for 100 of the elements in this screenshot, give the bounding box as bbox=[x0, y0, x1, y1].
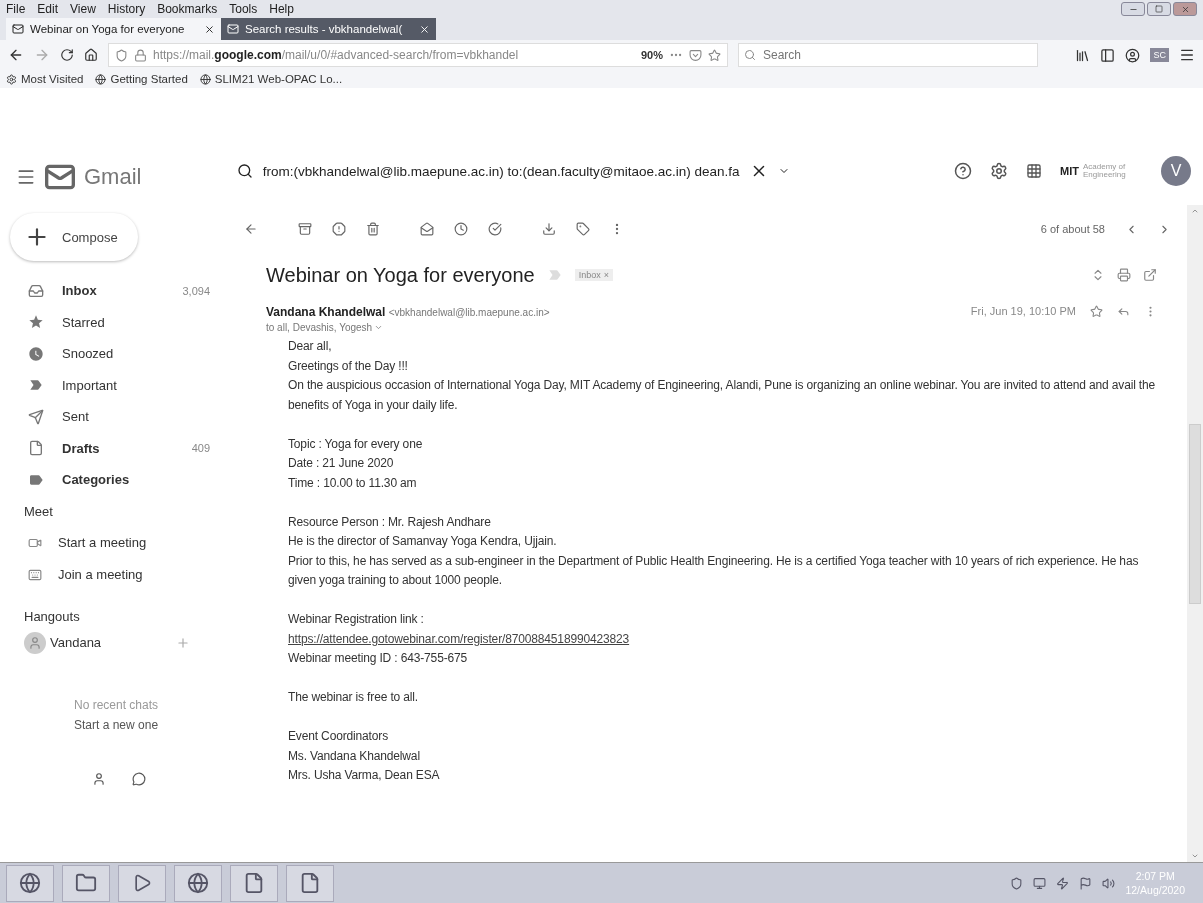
star-icon[interactable] bbox=[708, 48, 721, 62]
start-chat-link[interactable]: Start a new one bbox=[74, 717, 240, 732]
folder-item[interactable]: Sent bbox=[0, 401, 240, 433]
reply-icon[interactable] bbox=[1117, 305, 1130, 318]
menu-item[interactable]: Help bbox=[269, 2, 294, 16]
taskbar-button[interactable] bbox=[230, 864, 278, 902]
star-icon[interactable] bbox=[1090, 305, 1103, 318]
menu-item[interactable]: Bookmarks bbox=[157, 2, 218, 16]
label-icon[interactable] bbox=[576, 222, 590, 236]
menu-item[interactable]: File bbox=[6, 2, 26, 16]
person-icon[interactable] bbox=[92, 771, 106, 786]
meet-item[interactable]: Join a meeting bbox=[0, 558, 240, 591]
shield-icon bbox=[115, 48, 128, 62]
account-icon[interactable] bbox=[1125, 47, 1141, 63]
volume-icon[interactable] bbox=[1102, 876, 1116, 890]
mail-icon bbox=[12, 23, 24, 35]
flag-icon[interactable] bbox=[1079, 876, 1093, 890]
send-icon bbox=[28, 408, 44, 425]
body-text: Resource Person : Mr. Rajesh Andhare bbox=[288, 513, 492, 531]
address-field[interactable]: https://mail.google.com/mail/u/0/#advanced-search/from=vbkhandel 90% bbox=[108, 43, 728, 67]
move-icon[interactable] bbox=[542, 222, 556, 236]
close-button[interactable] bbox=[1173, 2, 1197, 16]
recipients-text[interactable]: to all, Devashis, Yogesh bbox=[266, 322, 961, 333]
apps-icon[interactable] bbox=[1026, 163, 1043, 179]
mail-icon[interactable] bbox=[420, 222, 434, 236]
taskbar-button[interactable] bbox=[62, 864, 110, 902]
power-icon[interactable] bbox=[1056, 876, 1070, 890]
body-text: Topic : Yoga for every one bbox=[288, 435, 424, 453]
menu-icon[interactable] bbox=[1179, 47, 1195, 63]
avatar-icon bbox=[24, 631, 46, 654]
bookmark-link[interactable]: SLIM21 Web-OPAC Lo... bbox=[199, 73, 343, 85]
pocket-icon[interactable] bbox=[689, 48, 702, 62]
archive-icon[interactable] bbox=[298, 222, 312, 236]
email-date: Fri, Jun 19, 10:10 PM bbox=[970, 305, 1076, 317]
clock-icon[interactable] bbox=[454, 222, 468, 236]
menu-icon[interactable] bbox=[16, 167, 36, 187]
menu-item[interactable]: History bbox=[107, 2, 146, 16]
reload-icon[interactable] bbox=[60, 48, 74, 62]
body-text: Date : 21 June 2020 bbox=[288, 455, 395, 472]
body-text: Prior to this, he has served as a sub-engineer in the Department of Public Health Engineering. He is a certified Yoga teacher with 10 years of rich experience. He has given yoga training to about 1000 people. bbox=[288, 552, 1140, 589]
taskbar-button[interactable] bbox=[174, 864, 222, 902]
back-icon[interactable] bbox=[244, 222, 258, 236]
document-icon bbox=[299, 872, 321, 894]
play-icon bbox=[132, 873, 152, 893]
gear-icon bbox=[6, 73, 17, 85]
search-field[interactable]: Search bbox=[738, 43, 1038, 67]
menu-item[interactable]: Tools bbox=[229, 2, 258, 16]
meet-item[interactable]: Start a meeting bbox=[0, 526, 240, 559]
back-icon[interactable] bbox=[8, 47, 24, 63]
browser-tab[interactable]: Search results - vbkhandelwal( bbox=[221, 18, 436, 40]
empty-chats-text: No recent chats bbox=[74, 697, 160, 712]
search-icon bbox=[236, 163, 253, 179]
menu-item[interactable]: View bbox=[70, 2, 96, 16]
close-icon[interactable] bbox=[204, 23, 215, 35]
bookmark-link[interactable]: Getting Started bbox=[95, 73, 188, 85]
globe-icon bbox=[199, 73, 211, 85]
section-heading: Meet bbox=[23, 502, 54, 521]
browser-tab[interactable]: Webinar on Yoga for everyone bbox=[6, 18, 221, 40]
folder-item[interactable]: Starred bbox=[0, 306, 240, 338]
close-icon bbox=[1180, 4, 1190, 14]
minimize-button[interactable] bbox=[1121, 2, 1145, 16]
task-icon[interactable] bbox=[488, 222, 502, 236]
settings-icon[interactable] bbox=[990, 162, 1009, 180]
help-icon[interactable] bbox=[954, 162, 973, 180]
open-window-icon[interactable] bbox=[1143, 268, 1157, 282]
sidebar-icon[interactable] bbox=[1100, 47, 1116, 63]
tray-icon[interactable] bbox=[1010, 876, 1024, 890]
taskbar-button[interactable] bbox=[286, 864, 334, 902]
registration-link[interactable]: https://attendee.gotowebinar.com/register/8700884518990423823 bbox=[288, 631, 630, 646]
folder-item[interactable]: Important bbox=[0, 369, 240, 401]
folder-item[interactable]: Categories bbox=[0, 464, 240, 496]
document-icon bbox=[243, 872, 265, 894]
folder-item[interactable]: Inbox 3,094 bbox=[0, 275, 240, 307]
close-icon[interactable] bbox=[419, 23, 430, 35]
start-button[interactable] bbox=[6, 864, 54, 902]
mail-icon bbox=[227, 23, 239, 35]
spam-icon[interactable] bbox=[332, 222, 346, 236]
print-icon[interactable] bbox=[1117, 268, 1131, 282]
network-icon[interactable] bbox=[1033, 876, 1047, 890]
chat-icon[interactable] bbox=[132, 771, 146, 786]
bookmark-link[interactable]: Most Visited bbox=[6, 73, 84, 85]
compose-button[interactable]: Compose bbox=[10, 213, 138, 261]
taskbar-button[interactable] bbox=[118, 864, 166, 902]
body-text: Dear all, bbox=[288, 338, 333, 355]
maximize-button[interactable] bbox=[1147, 2, 1171, 16]
folder-item[interactable]: Snoozed bbox=[0, 338, 240, 370]
delete-icon[interactable] bbox=[366, 222, 380, 236]
scroll-thumb[interactable] bbox=[1189, 423, 1201, 604]
body-text: He is the director of Samanvay Yoga Kendra, Ujjain. bbox=[288, 533, 558, 550]
mail-search-field[interactable]: from:(vbkhandelwal@lib.maepune.ac.in) to:(dean.faculty@mitaoe.ac.in) dean.fa bbox=[226, 149, 943, 193]
folder-item[interactable]: Drafts 409 bbox=[0, 432, 240, 464]
home-icon[interactable] bbox=[84, 48, 98, 62]
scrollbar[interactable] bbox=[1187, 205, 1203, 862]
account-avatar[interactable]: V bbox=[1161, 156, 1191, 186]
clock-icon bbox=[28, 345, 44, 362]
library-icon[interactable] bbox=[1075, 47, 1091, 63]
chat-user[interactable]: Vandana bbox=[0, 631, 240, 654]
lock-icon bbox=[134, 48, 147, 62]
menu-item[interactable]: Edit bbox=[37, 2, 59, 16]
caret-icon bbox=[374, 323, 384, 332]
